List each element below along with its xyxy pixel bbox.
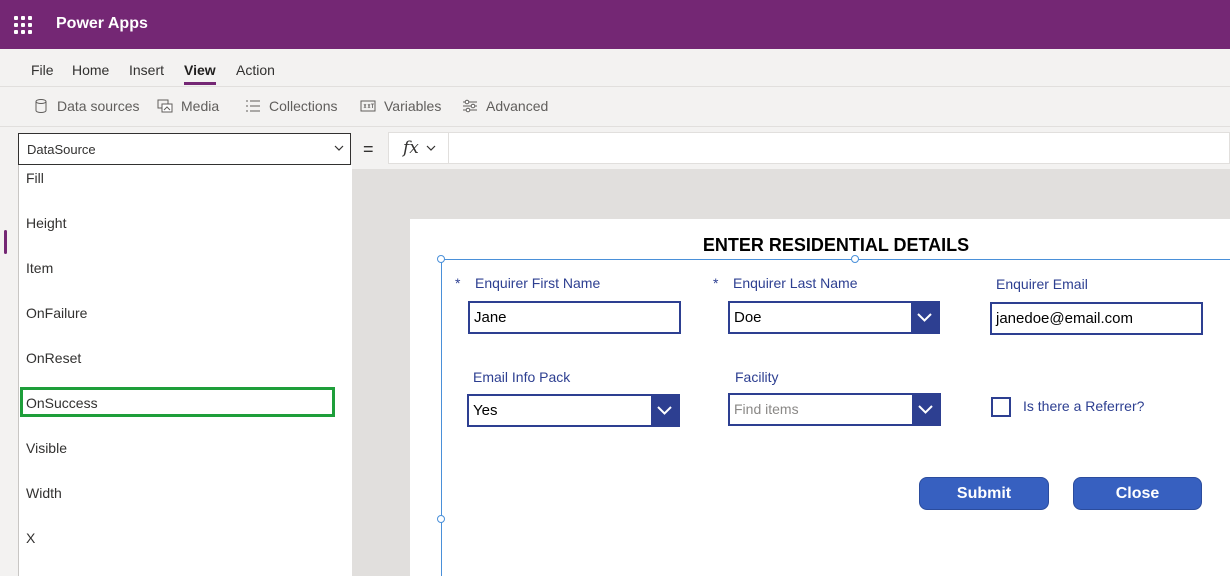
left-rail-active-indicator	[4, 230, 7, 254]
settings-sliders-icon	[463, 99, 477, 113]
ribbon-collections-button[interactable]: Collections	[245, 98, 337, 114]
property-item-visible[interactable]: Visible	[26, 440, 67, 456]
property-item-onreset[interactable]: OnReset	[26, 350, 81, 366]
property-item-onsuccess[interactable]: OnSuccess	[26, 395, 98, 411]
resize-handle[interactable]	[437, 515, 445, 523]
menu-file[interactable]: File	[31, 62, 54, 78]
info-pack-dropdown[interactable]: Yes	[467, 394, 680, 427]
resize-handle[interactable]	[437, 255, 445, 263]
property-item-onfailure[interactable]: OnFailure	[26, 305, 87, 321]
menu-bar: File Home Insert View Action	[0, 49, 1230, 87]
selection-border-top	[441, 259, 1230, 260]
ribbon-variables-button[interactable]: Variables	[360, 98, 441, 114]
submit-button[interactable]: Submit	[919, 477, 1049, 510]
menu-insert[interactable]: Insert	[129, 62, 164, 78]
chevron-down-icon	[657, 406, 672, 415]
chevron-down-icon	[426, 145, 436, 151]
facility-placeholder: Find items	[734, 401, 799, 417]
menu-home[interactable]: Home	[72, 62, 109, 78]
ribbon-media-button[interactable]: Media	[157, 98, 219, 114]
left-rail	[0, 169, 18, 576]
facility-label: Facility	[735, 369, 779, 385]
ribbon-advanced-label: Advanced	[486, 98, 549, 114]
facility-combobox[interactable]: Find items	[728, 393, 941, 426]
variables-icon	[360, 100, 376, 112]
menu-view[interactable]: View	[184, 62, 216, 85]
menu-action[interactable]: Action	[236, 62, 275, 78]
form-title: ENTER RESIDENTIAL DETAILS	[702, 235, 970, 255]
dropdown-button[interactable]	[911, 303, 938, 332]
resize-handle[interactable]	[851, 255, 859, 263]
chevron-down-icon	[918, 405, 933, 414]
info-pack-value: Yes	[473, 402, 498, 419]
property-dropdown[interactable]: DataSource	[18, 133, 351, 165]
ribbon-advanced-button[interactable]: Advanced	[462, 98, 548, 114]
dropdown-button[interactable]	[651, 396, 678, 425]
last-name-label: Enquirer Last Name	[733, 275, 858, 291]
first-name-input[interactable]: Jane	[468, 301, 681, 334]
required-marker: *	[455, 275, 461, 291]
first-name-label: Enquirer First Name	[475, 275, 601, 291]
selection-border-left	[441, 259, 442, 576]
ribbon-variables-label: Variables	[384, 98, 442, 114]
property-list: Fill Height Item OnFailure OnReset OnSuc…	[18, 165, 352, 576]
ribbon-toolbar: Data sources Media Collections Variables…	[0, 87, 1230, 127]
last-name-dropdown[interactable]: Doe	[728, 301, 940, 334]
property-item-x[interactable]: X	[26, 530, 35, 546]
property-item-width[interactable]: Width	[26, 485, 62, 501]
app-header: Power Apps	[0, 0, 1230, 49]
last-name-value: Doe	[734, 309, 762, 326]
equals-sign: =	[363, 139, 374, 159]
property-item-fill[interactable]: Fill	[26, 170, 44, 186]
dropdown-button[interactable]	[912, 395, 939, 424]
ribbon-data-sources-label: Data sources	[57, 98, 140, 114]
ribbon-media-label: Media	[181, 98, 220, 114]
ribbon-data-sources-button[interactable]: Data sources	[33, 98, 139, 114]
ribbon-collections-label: Collections	[269, 98, 338, 114]
fx-label: fx	[403, 138, 419, 158]
email-input[interactable]: janedoe@email.com	[990, 302, 1203, 335]
required-marker: *	[713, 275, 719, 291]
email-label: Enquirer Email	[996, 276, 1088, 292]
property-item-item[interactable]: Item	[26, 260, 53, 276]
fx-button[interactable]: fx	[388, 132, 449, 164]
list-icon	[246, 100, 260, 112]
formula-input[interactable]	[449, 132, 1230, 164]
chevron-down-icon	[334, 145, 344, 151]
chevron-down-icon	[917, 313, 932, 322]
formula-bar: DataSource = fx	[0, 127, 1230, 169]
app-title: Power Apps	[56, 15, 148, 32]
property-dropdown-value: DataSource	[27, 142, 96, 157]
database-icon	[35, 99, 47, 114]
info-pack-label: Email Info Pack	[473, 369, 571, 385]
property-item-height[interactable]: Height	[26, 215, 66, 231]
close-button[interactable]: Close	[1073, 477, 1202, 510]
media-icon	[157, 99, 173, 113]
referrer-checkbox[interactable]	[991, 397, 1011, 417]
app-launcher-icon[interactable]	[14, 16, 32, 34]
referrer-label: Is there a Referrer?	[1023, 398, 1145, 414]
